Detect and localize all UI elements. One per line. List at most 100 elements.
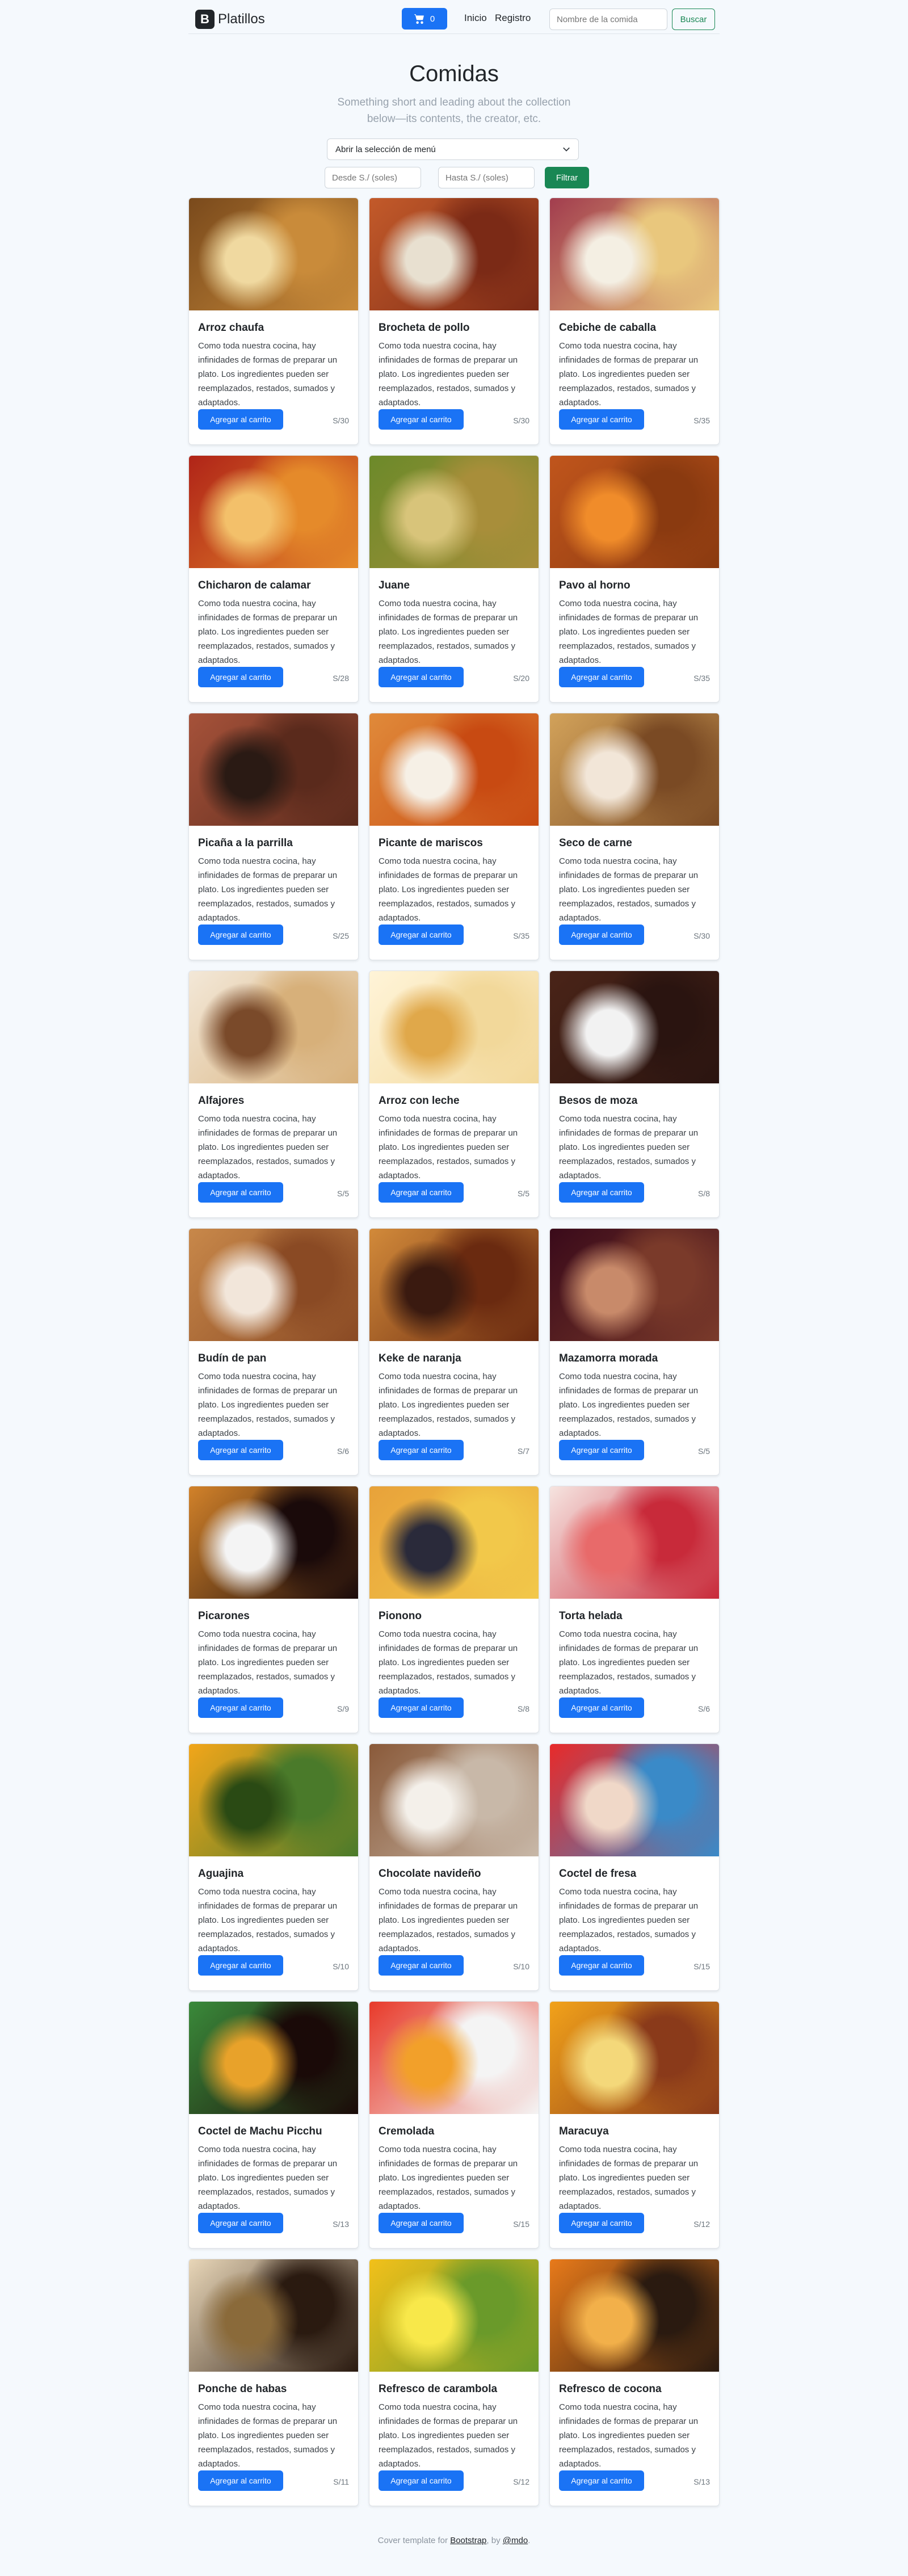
add-to-cart-button[interactable]: Agregar al carrito [379, 1182, 464, 1203]
product-image [550, 1229, 719, 1341]
filter-button[interactable]: Filtrar [545, 167, 589, 188]
cart-button[interactable]: 0 [402, 8, 447, 30]
footer-link-bootstrap[interactable]: Bootstrap [450, 2536, 486, 2545]
add-to-cart-button[interactable]: Agregar al carrito [379, 2470, 464, 2491]
product-price: S/35 [693, 416, 710, 425]
nav-link-inicio[interactable]: Inicio [464, 12, 487, 24]
add-to-cart-button[interactable]: Agregar al carrito [379, 1955, 464, 1976]
product-description: Como toda nuestra cocina, hay infinidade… [379, 2402, 518, 2469]
product-card: Alfajores Como toda nuestra cocina, hay i… [188, 970, 359, 1218]
product-name: Chocolate navideño [379, 1868, 481, 1880]
product-name: Torta helada [559, 1610, 623, 1622]
product-price: S/10 [333, 1962, 349, 1971]
product-description: Como toda nuestra cocina, hay infinidade… [379, 1372, 518, 1438]
add-to-cart-button[interactable]: Agregar al carrito [559, 409, 644, 430]
add-to-cart-button[interactable]: Agregar al carrito [379, 1440, 464, 1460]
add-to-cart-button[interactable]: Agregar al carrito [198, 1440, 283, 1460]
product-name: Besos de moza [559, 1095, 638, 1107]
product-description: Como toda nuestra cocina, hay infinidade… [559, 599, 699, 665]
add-to-cart-button[interactable]: Agregar al carrito [198, 1697, 283, 1718]
product-image [189, 198, 358, 310]
footer: Cover template for Bootstrap, by @mdo. [0, 2536, 908, 2545]
add-to-cart-button[interactable]: Agregar al carrito [559, 1440, 644, 1460]
product-image [550, 2002, 719, 2114]
product-description: Como toda nuestra cocina, hay infinidade… [198, 599, 338, 665]
product-name: Arroz con leche [379, 1095, 460, 1107]
add-to-cart-button[interactable]: Agregar al carrito [379, 2213, 464, 2233]
product-price: S/12 [513, 2477, 529, 2486]
search-input[interactable] [549, 9, 667, 30]
product-card: Refresco de carambola Como toda nuestra c… [369, 2259, 539, 2506]
add-to-cart-button[interactable]: Agregar al carrito [559, 2213, 644, 2233]
product-image [189, 1744, 358, 1856]
product-card: Picante de mariscos Como toda nuestra coc… [369, 713, 539, 960]
product-description: Como toda nuestra cocina, hay infinidade… [559, 2402, 699, 2469]
add-to-cart-button[interactable]: Agregar al carrito [559, 667, 644, 687]
product-name: Refresco de carambola [379, 2383, 498, 2395]
add-to-cart-button[interactable]: Agregar al carrito [198, 2213, 283, 2233]
product-price: S/13 [333, 2220, 349, 2229]
add-to-cart-button[interactable]: Agregar al carrito [198, 1182, 283, 1203]
product-card: Maracuya Como toda nuestra cocina, hay in… [549, 2001, 720, 2249]
card-body: Mazamorra morada Como toda nuestra cocina… [550, 1341, 719, 1440]
product-card: Torta helada Como toda nuestra cocina, ha… [549, 1486, 720, 1733]
menu-select[interactable]: Abrir la selección de menú [327, 138, 579, 160]
add-to-cart-button[interactable]: Agregar al carrito [379, 924, 464, 945]
price-from-input[interactable] [325, 167, 421, 188]
product-description: Como toda nuestra cocina, hay infinidade… [379, 1629, 518, 1696]
add-to-cart-button[interactable]: Agregar al carrito [379, 409, 464, 430]
product-description: Como toda nuestra cocina, hay infinidade… [379, 856, 518, 923]
add-to-cart-button[interactable]: Agregar al carrito [559, 1955, 644, 1976]
add-to-cart-button[interactable]: Agregar al carrito [198, 667, 283, 687]
brand-name: Platillos [218, 11, 265, 27]
card-body: Coctel de Machu Picchu Como toda nuestra … [189, 2114, 358, 2213]
product-description: Como toda nuestra cocina, hay infinidade… [559, 1372, 699, 1438]
product-image [550, 1744, 719, 1856]
card-body: Alfajores Como toda nuestra cocina, hay i… [189, 1083, 358, 1183]
product-price: S/15 [693, 1962, 710, 1971]
add-to-cart-button[interactable]: Agregar al carrito [559, 2470, 644, 2491]
product-price: S/35 [513, 931, 529, 940]
card-body: Torta helada Como toda nuestra cocina, ha… [550, 1599, 719, 1698]
product-name: Pionono [379, 1610, 422, 1622]
nav-link-registro[interactable]: Registro [495, 12, 531, 24]
card-body: Arroz con leche Como toda nuestra cocina,… [369, 1083, 539, 1183]
brand-link[interactable]: B Platillos [195, 9, 265, 30]
search-button[interactable]: Buscar [672, 9, 715, 30]
product-card: Chicharon de calamar Como toda nuestra co… [188, 455, 359, 703]
page-title: Comidas [409, 61, 499, 86]
product-name: Keke de naranja [379, 1352, 461, 1364]
product-name: Coctel de fresa [559, 1868, 637, 1880]
price-to-input[interactable] [438, 167, 535, 188]
add-to-cart-button[interactable]: Agregar al carrito [379, 1697, 464, 1718]
add-to-cart-button[interactable]: Agregar al carrito [379, 667, 464, 687]
product-image [189, 2002, 358, 2114]
product-name: Picarones [198, 1610, 250, 1622]
product-image [550, 713, 719, 826]
product-price: S/12 [693, 2220, 710, 2229]
product-price: S/8 [517, 1704, 529, 1713]
card-body: Keke de naranja Como toda nuestra cocina,… [369, 1341, 539, 1440]
add-to-cart-button[interactable]: Agregar al carrito [198, 924, 283, 945]
add-to-cart-button[interactable]: Agregar al carrito [198, 2470, 283, 2491]
chevron-down-icon [563, 147, 570, 152]
product-image [369, 2259, 539, 2372]
product-image [189, 713, 358, 826]
card-body: Maracuya Como toda nuestra cocina, hay in… [550, 2114, 719, 2213]
product-name: Seco de carne [559, 837, 632, 849]
product-name: Ponche de habas [198, 2383, 287, 2395]
product-card: Aguajina Como toda nuestra cocina, hay in… [188, 1743, 359, 1991]
bootstrap-logo-icon: B [195, 10, 215, 29]
footer-link-mdo[interactable]: @mdo [503, 2536, 528, 2545]
product-description: Como toda nuestra cocina, hay infinidade… [198, 341, 338, 407]
add-to-cart-button[interactable]: Agregar al carrito [559, 1182, 644, 1203]
product-card: Brocheta de pollo Como toda nuestra cocin… [369, 197, 539, 445]
product-card: Keke de naranja Como toda nuestra cocina,… [369, 1228, 539, 1476]
card-body: Brocheta de pollo Como toda nuestra cocin… [369, 310, 539, 410]
add-to-cart-button[interactable]: Agregar al carrito [198, 1955, 283, 1976]
add-to-cart-button[interactable]: Agregar al carrito [559, 1697, 644, 1718]
add-to-cart-button[interactable]: Agregar al carrito [198, 409, 283, 430]
add-to-cart-button[interactable]: Agregar al carrito [559, 924, 644, 945]
product-price: S/28 [333, 674, 349, 683]
card-body: Chicharon de calamar Como toda nuestra co… [189, 568, 358, 667]
